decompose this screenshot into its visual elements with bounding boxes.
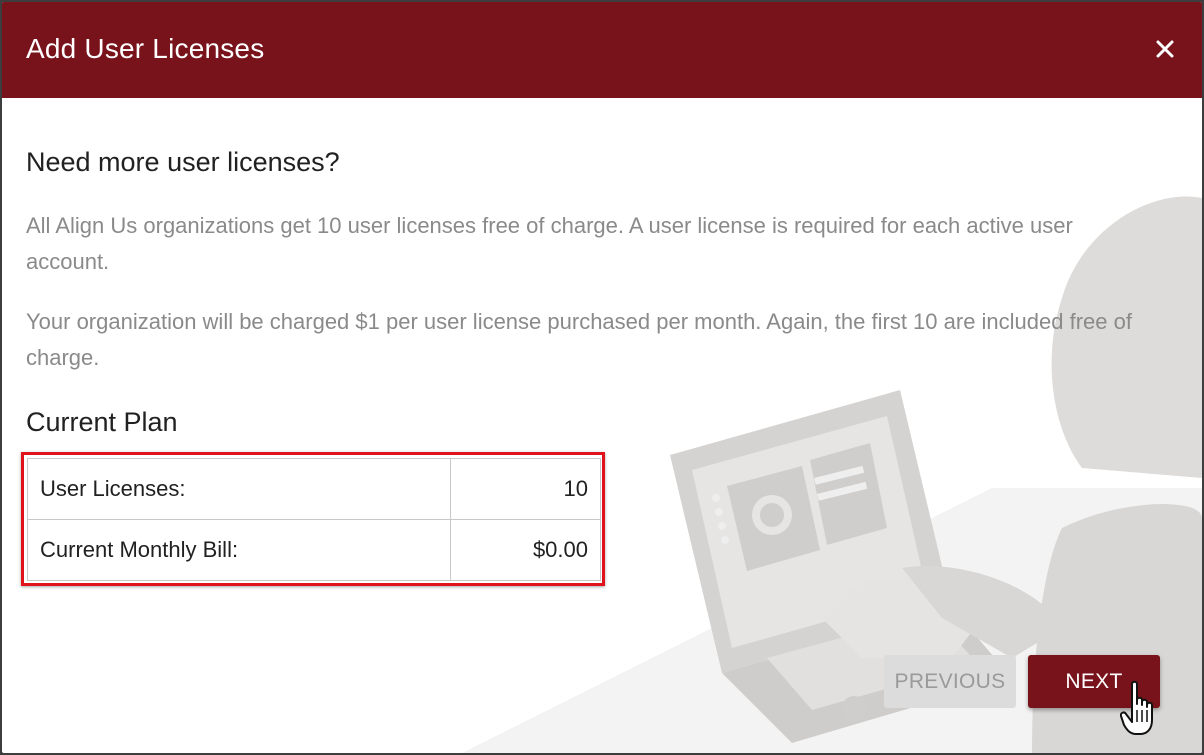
- next-button[interactable]: NEXT: [1028, 655, 1160, 708]
- table-row: User Licenses: 10: [27, 458, 601, 520]
- user-licenses-value: 10: [450, 458, 601, 520]
- dialog-title: Add User Licenses: [26, 33, 265, 64]
- user-licenses-label: User Licenses:: [27, 458, 451, 520]
- previous-button[interactable]: PREVIOUS: [884, 655, 1016, 708]
- person-with-laptop-illustration: [462, 196, 1202, 753]
- info-paragraph-free-licenses: All Align Us organizations get 10 user l…: [26, 213, 1073, 274]
- monthly-bill-value: $0.00: [450, 519, 601, 581]
- add-user-licenses-dialog: Add User Licenses Need more user license…: [2, 2, 1202, 753]
- dialog-body: Need more user licenses? All Align Us or…: [2, 98, 1202, 753]
- current-plan-highlight: User Licenses: 10 Current Monthly Bill: …: [21, 452, 605, 586]
- info-paragraph-pricing: Your organization will be charged $1 per…: [26, 309, 1132, 370]
- close-icon[interactable]: [1150, 34, 1180, 64]
- dialog-header: Add User Licenses: [2, 2, 1202, 98]
- table-row: Current Monthly Bill: $0.00: [27, 519, 601, 581]
- current-plan-heading: Current Plan: [26, 407, 178, 437]
- current-plan-table: User Licenses: 10 Current Monthly Bill: …: [27, 458, 601, 581]
- section-heading: Need more user licenses?: [26, 147, 340, 177]
- monthly-bill-label: Current Monthly Bill:: [27, 519, 451, 581]
